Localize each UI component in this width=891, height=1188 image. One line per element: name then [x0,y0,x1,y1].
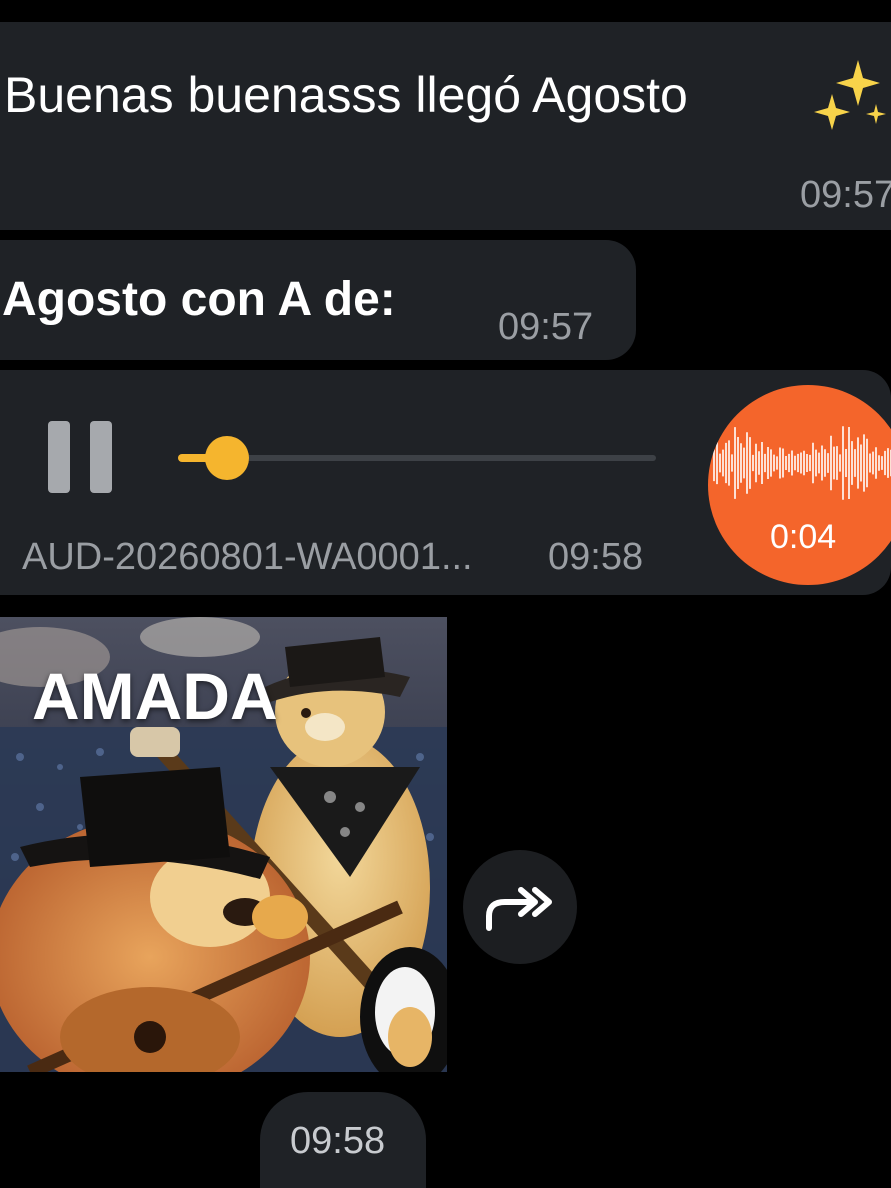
pause-button[interactable] [44,415,120,499]
forward-button[interactable] [463,850,577,964]
media-time: 09:58 [290,1120,386,1162]
pause-icon [48,421,70,493]
message-text: Buenas buenasss llegó Agosto [4,67,688,123]
sparkles-icon [814,60,886,130]
message-time: 09:57 [498,306,594,348]
audio-seek-handle[interactable] [205,436,249,480]
audio-duration: 0:04 [770,518,837,556]
audio-time: 09:58 [548,536,644,578]
message-text: Agosto con A de: [2,273,396,326]
audio-progress-track[interactable] [178,455,656,461]
forward-icon [486,887,552,931]
message-time: 09:57 [800,174,891,216]
image-caption-text: AMADA [32,659,278,733]
audio-file-name: AUD-20260801-WA0001... [22,536,473,578]
